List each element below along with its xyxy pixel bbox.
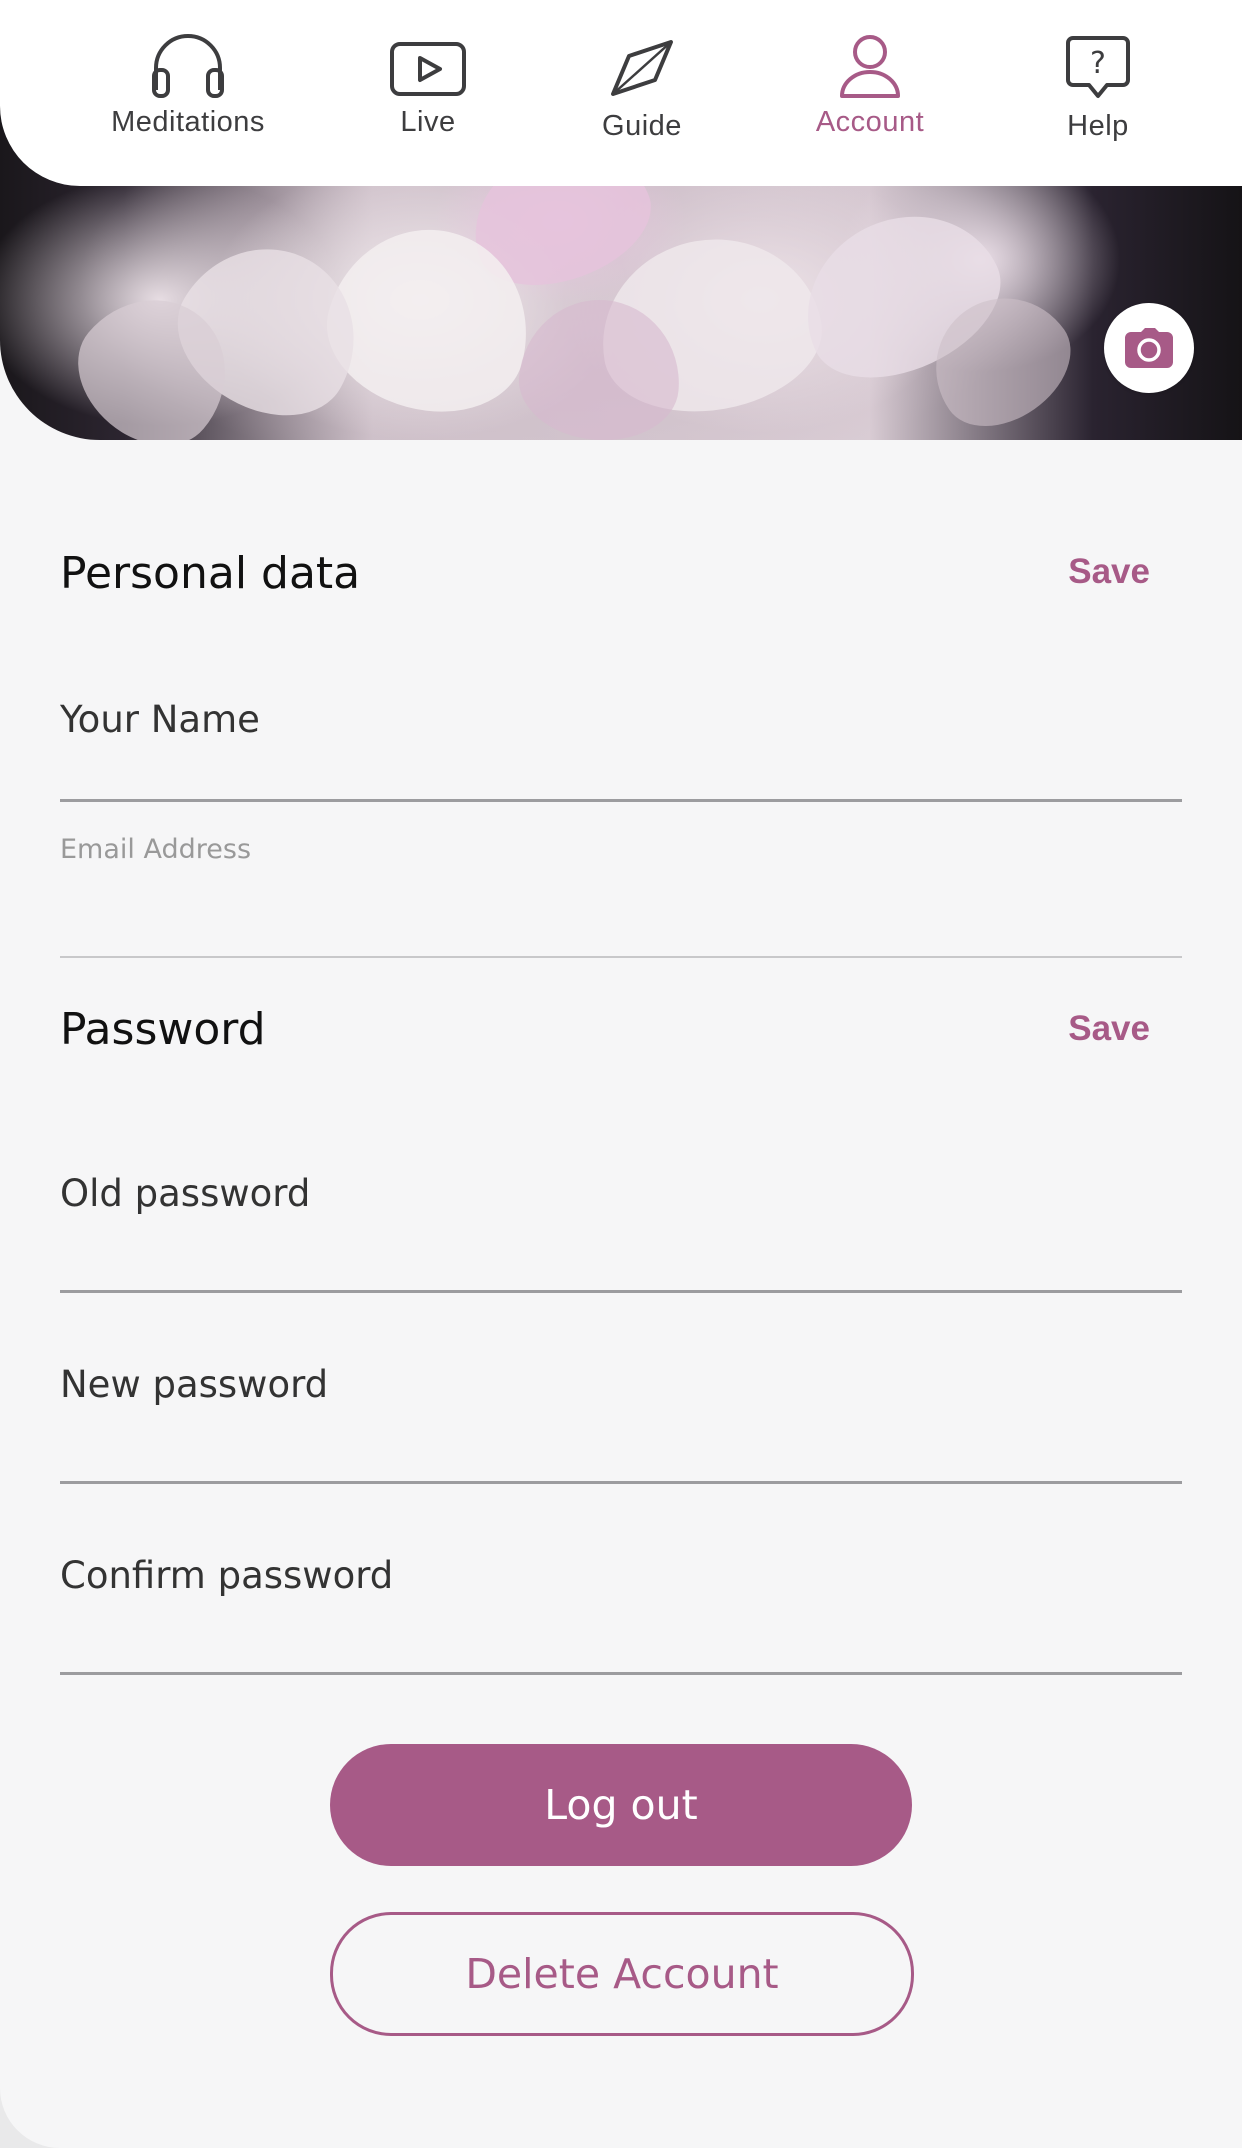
new-password-field[interactable] bbox=[60, 1481, 1182, 1484]
change-photo-button[interactable] bbox=[1104, 303, 1194, 393]
old-password-label[interactable]: Old password bbox=[60, 1172, 310, 1215]
svg-text:?: ? bbox=[1090, 46, 1106, 81]
tab-label: Live bbox=[400, 106, 456, 138]
new-password-label[interactable]: New password bbox=[60, 1363, 328, 1406]
headphones-icon bbox=[152, 34, 224, 98]
top-tab-bar: Meditations Live Guide Account ? Help bbox=[0, 0, 1242, 186]
tab-account[interactable]: Account bbox=[770, 22, 970, 152]
tab-label: Help bbox=[1067, 110, 1129, 142]
tab-help[interactable]: ? Help bbox=[998, 22, 1198, 152]
confirm-password-field[interactable] bbox=[60, 1672, 1182, 1675]
name-field-label[interactable]: Your Name bbox=[60, 698, 260, 741]
name-field[interactable] bbox=[60, 799, 1182, 802]
tab-guide[interactable]: Guide bbox=[542, 22, 742, 152]
email-field-label[interactable]: Email Address bbox=[60, 834, 251, 865]
confirm-password-label[interactable]: Confirm password bbox=[60, 1554, 393, 1597]
tab-label: Guide bbox=[602, 110, 682, 142]
tab-label: Meditations bbox=[111, 106, 265, 138]
save-personal-button[interactable]: Save bbox=[1068, 552, 1150, 592]
account-screen: Meditations Live Guide Account ? Help Pe… bbox=[0, 0, 1242, 2148]
tab-meditations[interactable]: Meditations bbox=[88, 22, 288, 152]
tab-label: Account bbox=[815, 106, 925, 138]
tab-live[interactable]: Live bbox=[328, 22, 528, 152]
old-password-field[interactable] bbox=[60, 1290, 1182, 1293]
email-field[interactable] bbox=[60, 956, 1182, 958]
personal-data-title: Personal data bbox=[60, 548, 361, 599]
question-bubble-icon: ? bbox=[1066, 36, 1130, 98]
delete-account-button[interactable]: Delete Account bbox=[330, 1912, 914, 2036]
save-password-button[interactable]: Save bbox=[1068, 1009, 1150, 1049]
camera-icon bbox=[1125, 328, 1173, 368]
logout-button[interactable]: Log out bbox=[330, 1744, 912, 1866]
password-title: Password bbox=[60, 1004, 266, 1055]
play-icon bbox=[390, 42, 466, 96]
user-icon bbox=[840, 35, 900, 98]
compass-icon bbox=[611, 40, 673, 96]
